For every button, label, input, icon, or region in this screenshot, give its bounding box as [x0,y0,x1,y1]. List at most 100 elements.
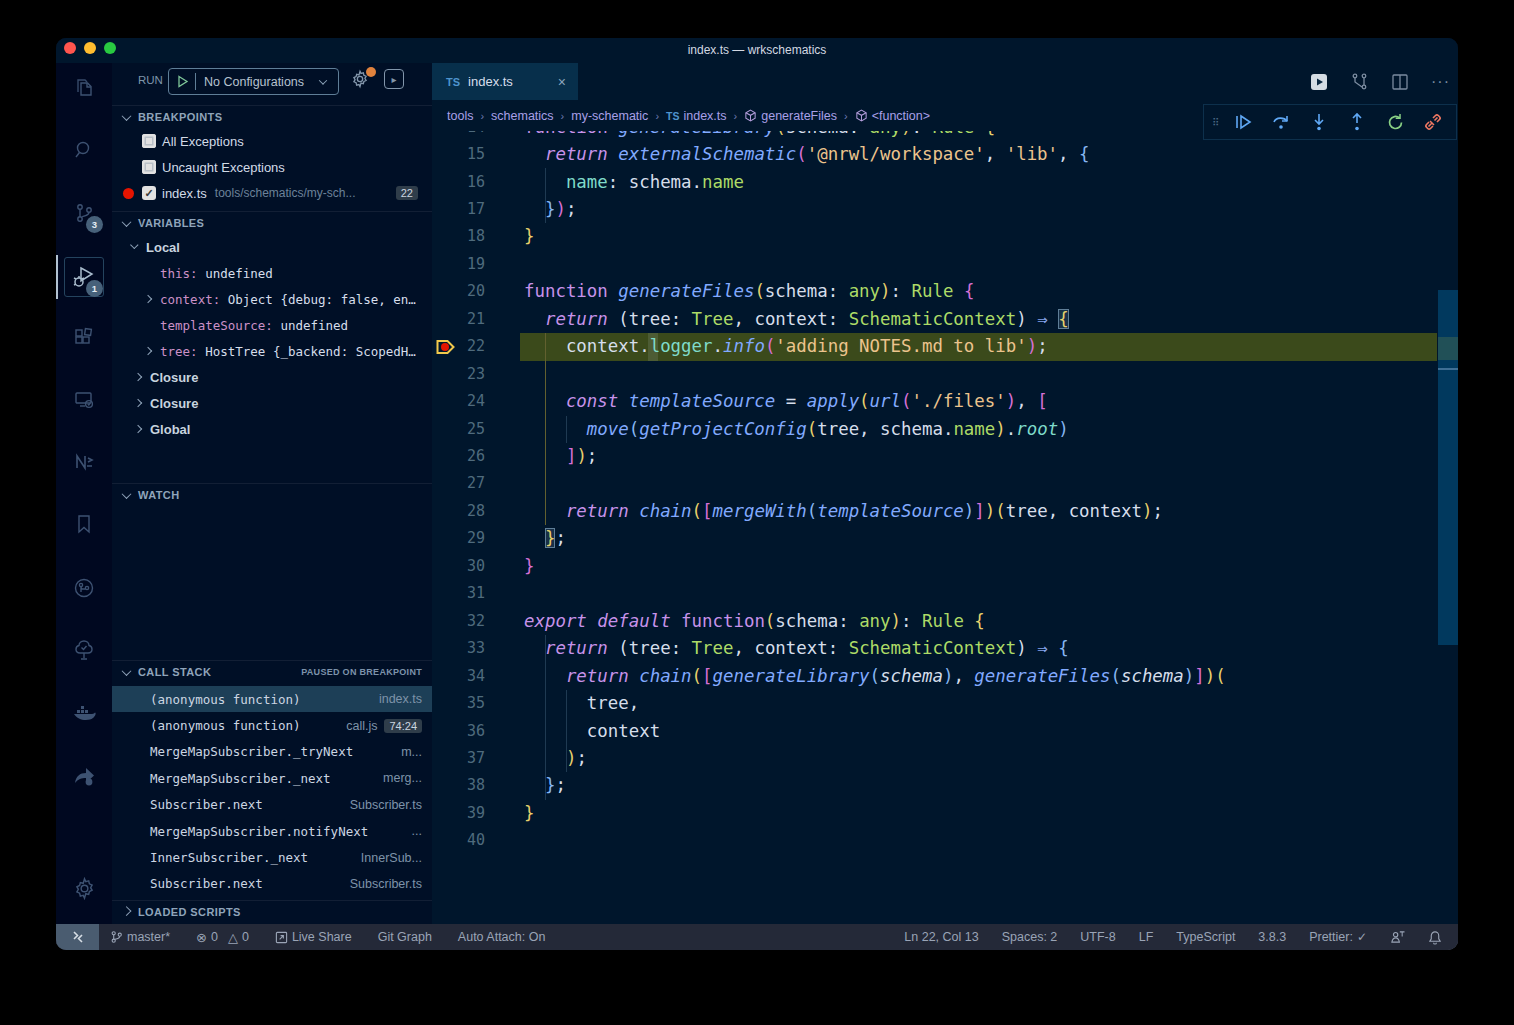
callstack-frame[interactable]: Subscriber.nextSubscriber.ts [112,792,432,818]
callstack-frame[interactable]: (anonymous function)index.ts [112,686,432,712]
variable-row[interactable]: tree: HostTree {_backend: ScopedH… [112,338,432,364]
variable-row[interactable]: Closure [112,364,432,390]
code-line-28[interactable]: 28 return chain([mergeWith(templateSourc… [432,498,1458,525]
settings-gear-icon[interactable] [64,868,104,908]
code-line-25[interactable]: 25 move(getProjectConfig(tree, schema.na… [432,416,1458,443]
breakpoint-row[interactable]: ✓index.tstools/schematics/my-sch...22 [112,180,432,206]
breadcrumb-item[interactable]: my-schematic [571,109,648,123]
indentation-item[interactable]: Spaces: 2 [1002,930,1058,944]
split-editor-icon[interactable] [1391,73,1409,91]
breakpoint-checkbox[interactable] [142,160,156,174]
code-line-29[interactable]: 29 }; [432,525,1458,552]
git-graph-icon[interactable] [64,568,104,608]
prettier-item[interactable]: Prettier:✓ [1309,930,1367,944]
search-icon[interactable] [64,130,104,170]
callstack-frame[interactable]: (anonymous function)call.js74:24 [112,712,432,738]
expand-chevron-icon[interactable] [134,399,142,407]
restart-icon[interactable] [1380,113,1410,132]
git-branch-item[interactable]: master* [110,930,170,944]
callstack-frame[interactable]: Subscriber.nextSubscriber.ts [112,871,432,897]
code-line-18[interactable]: 18} [432,223,1458,250]
code-line-37[interactable]: 37 ); [432,745,1458,772]
variables-header[interactable]: ⌄VARIABLES [112,211,432,234]
code-line-15[interactable]: 15 return externalSchematic('@nrwl/works… [432,141,1458,168]
debug-settings-gear-icon[interactable] [350,69,374,93]
code-line-33[interactable]: 33 return (tree: Tree, context: Schemati… [432,635,1458,662]
code-line-31[interactable]: 31 [432,580,1458,607]
remote-indicator[interactable] [56,924,99,950]
breakpoint-checkbox[interactable]: ✓ [142,186,156,200]
live-share-item[interactable]: Live Share [275,930,352,944]
expand-chevron-icon[interactable] [134,425,142,433]
code-line-16[interactable]: 16 name: schema.name [432,169,1458,196]
git-graph-item[interactable]: Git Graph [378,930,432,944]
debug-console-button[interactable]: ▸ [384,69,404,89]
code-line-30[interactable]: 30} [432,553,1458,580]
code-line-23[interactable]: 23 [432,361,1458,388]
variable-row[interactable]: Closure [112,390,432,416]
notebook-icon[interactable] [64,442,104,482]
callstack-frame[interactable]: InnerSubscriber._nextInnerSub... [112,844,432,870]
code-line-19[interactable]: 19 [432,251,1458,278]
expand-chevron-icon[interactable] [144,347,152,355]
cursor-position-item[interactable]: Ln 22, Col 13 [904,930,978,944]
callstack-frame[interactable]: MergeMapSubscriber._nextmerg... [112,765,432,791]
code-line-24[interactable]: 24 const templateSource = apply(url('./f… [432,388,1458,415]
code-area[interactable]: 14function generateLibrary(schema: any):… [432,100,1458,924]
notifications-bell-icon[interactable] [1428,930,1442,945]
continue-icon[interactable] [1228,112,1258,132]
breadcrumb-item[interactable]: schematics [491,109,554,123]
encoding-item[interactable]: UTF-8 [1080,930,1115,944]
code-line-35[interactable]: 35 tree, [432,690,1458,717]
code-line-26[interactable]: 26 ]); [432,443,1458,470]
code-line-39[interactable]: 39} [432,800,1458,827]
extensions-icon[interactable] [64,318,104,358]
share-icon[interactable] [64,756,104,796]
expand-chevron-icon[interactable] [130,241,138,249]
code-line-20[interactable]: 20function generateFiles(schema: any): R… [432,278,1458,305]
explorer-icon[interactable] [64,68,104,108]
callstack-frame[interactable]: MergeMapSubscriber.notifyNext... [112,818,432,844]
breadcrumb-item[interactable]: generateFiles [761,109,837,123]
run-or-debug-icon[interactable] [1310,73,1328,91]
code-line-21[interactable]: 21 return (tree: Tree, context: Schemati… [432,306,1458,333]
feedback-icon[interactable] [1390,930,1405,944]
toolbar-grip-icon[interactable]: ⠿ [1212,120,1220,125]
code-line-40[interactable]: 40 [432,827,1458,854]
variable-row[interactable]: Local [112,234,432,260]
breadcrumb-item[interactable]: tools [447,109,473,123]
test-explorer-icon[interactable] [64,630,104,670]
breakpoints-header[interactable]: ⌄BREAKPOINTS [112,105,432,128]
expand-chevron-icon[interactable] [144,295,152,303]
code-line-17[interactable]: 17 }); [432,196,1458,223]
auto-attach-item[interactable]: Auto Attach: On [458,930,546,944]
call-stack-header[interactable]: ⌄CALL STACKPAUSED ON BREAKPOINT [112,660,432,683]
bookmarks-icon[interactable] [64,504,104,544]
variable-row[interactable]: context: Object {debug: false, en… [112,286,432,312]
step-over-icon[interactable] [1266,112,1296,132]
code-line-27[interactable]: 27 [432,470,1458,497]
breadcrumb-item[interactable]: index.ts [683,109,726,123]
variable-row[interactable]: this: undefined [112,260,432,286]
code-line-32[interactable]: 32export default function(schema: any): … [432,608,1458,635]
step-into-icon[interactable] [1304,112,1334,132]
watch-header[interactable]: ⌄WATCH [112,483,432,506]
breakpoint-row[interactable]: All Exceptions [112,128,432,154]
docker-icon[interactable] [64,693,104,733]
problems-item[interactable]: ⊗0 △0 [196,930,249,945]
remote-explorer-icon[interactable] [64,380,104,420]
code-line-38[interactable]: 38 }; [432,772,1458,799]
variable-row[interactable]: Global [112,416,432,442]
breakpoint-row[interactable]: Uncaught Exceptions [112,154,432,180]
editor-scrollbar[interactable] [1438,100,1458,924]
eol-item[interactable]: LF [1139,930,1154,944]
open-changes-icon[interactable] [1350,72,1369,91]
start-debug-icon[interactable] [176,75,189,88]
expand-chevron-icon[interactable] [134,373,142,381]
tab-close-icon[interactable]: × [558,74,566,90]
code-line-22[interactable]: 22 context.logger.info('adding NOTES.md … [432,333,1458,360]
version-item[interactable]: 3.8.3 [1258,930,1286,944]
language-item[interactable]: TypeScript [1176,930,1235,944]
code-line-34[interactable]: 34 return chain([generateLibrary(schema)… [432,663,1458,690]
step-out-icon[interactable] [1342,112,1372,132]
